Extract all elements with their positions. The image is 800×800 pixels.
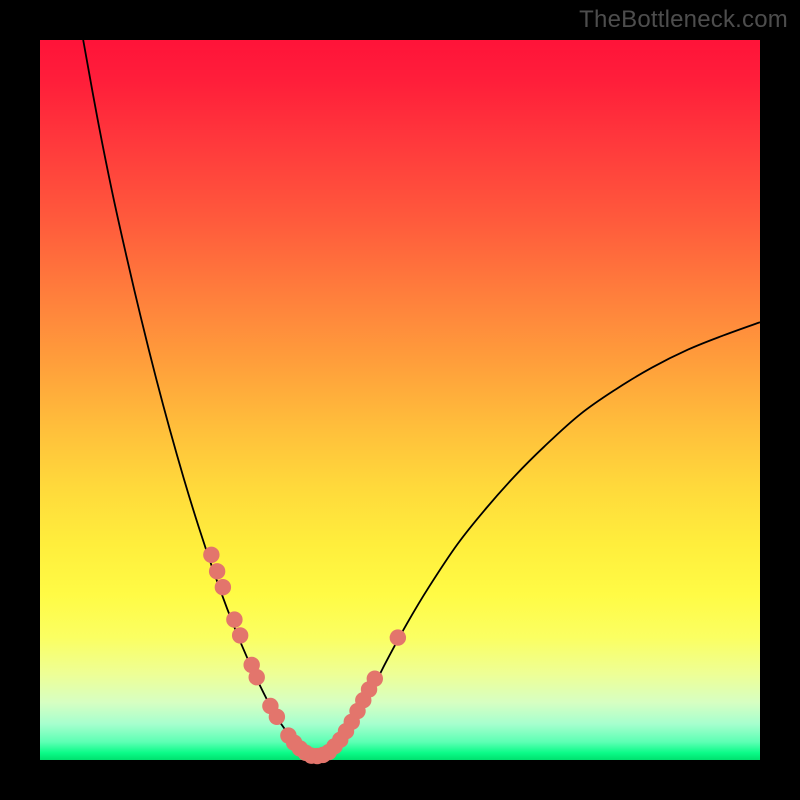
curve-left-branch [83, 40, 313, 756]
scatter-dot [215, 579, 231, 595]
curve-right-branch [314, 322, 760, 756]
scatter-dot [249, 669, 265, 685]
scatter-dot [367, 670, 383, 686]
plot-area [40, 40, 760, 760]
scatter-dot [203, 547, 219, 563]
watermark-label: TheBottleneck.com [579, 6, 788, 34]
scatter-dot [390, 629, 406, 645]
scatter-dot [232, 627, 248, 643]
chart-frame: TheBottleneck.com [0, 0, 800, 800]
chart-svg [40, 40, 760, 760]
scatter-dot [226, 611, 242, 627]
scatter-dot [269, 709, 285, 725]
scatter-dots [203, 547, 406, 765]
curve-group [83, 40, 760, 756]
scatter-dot [209, 563, 225, 579]
